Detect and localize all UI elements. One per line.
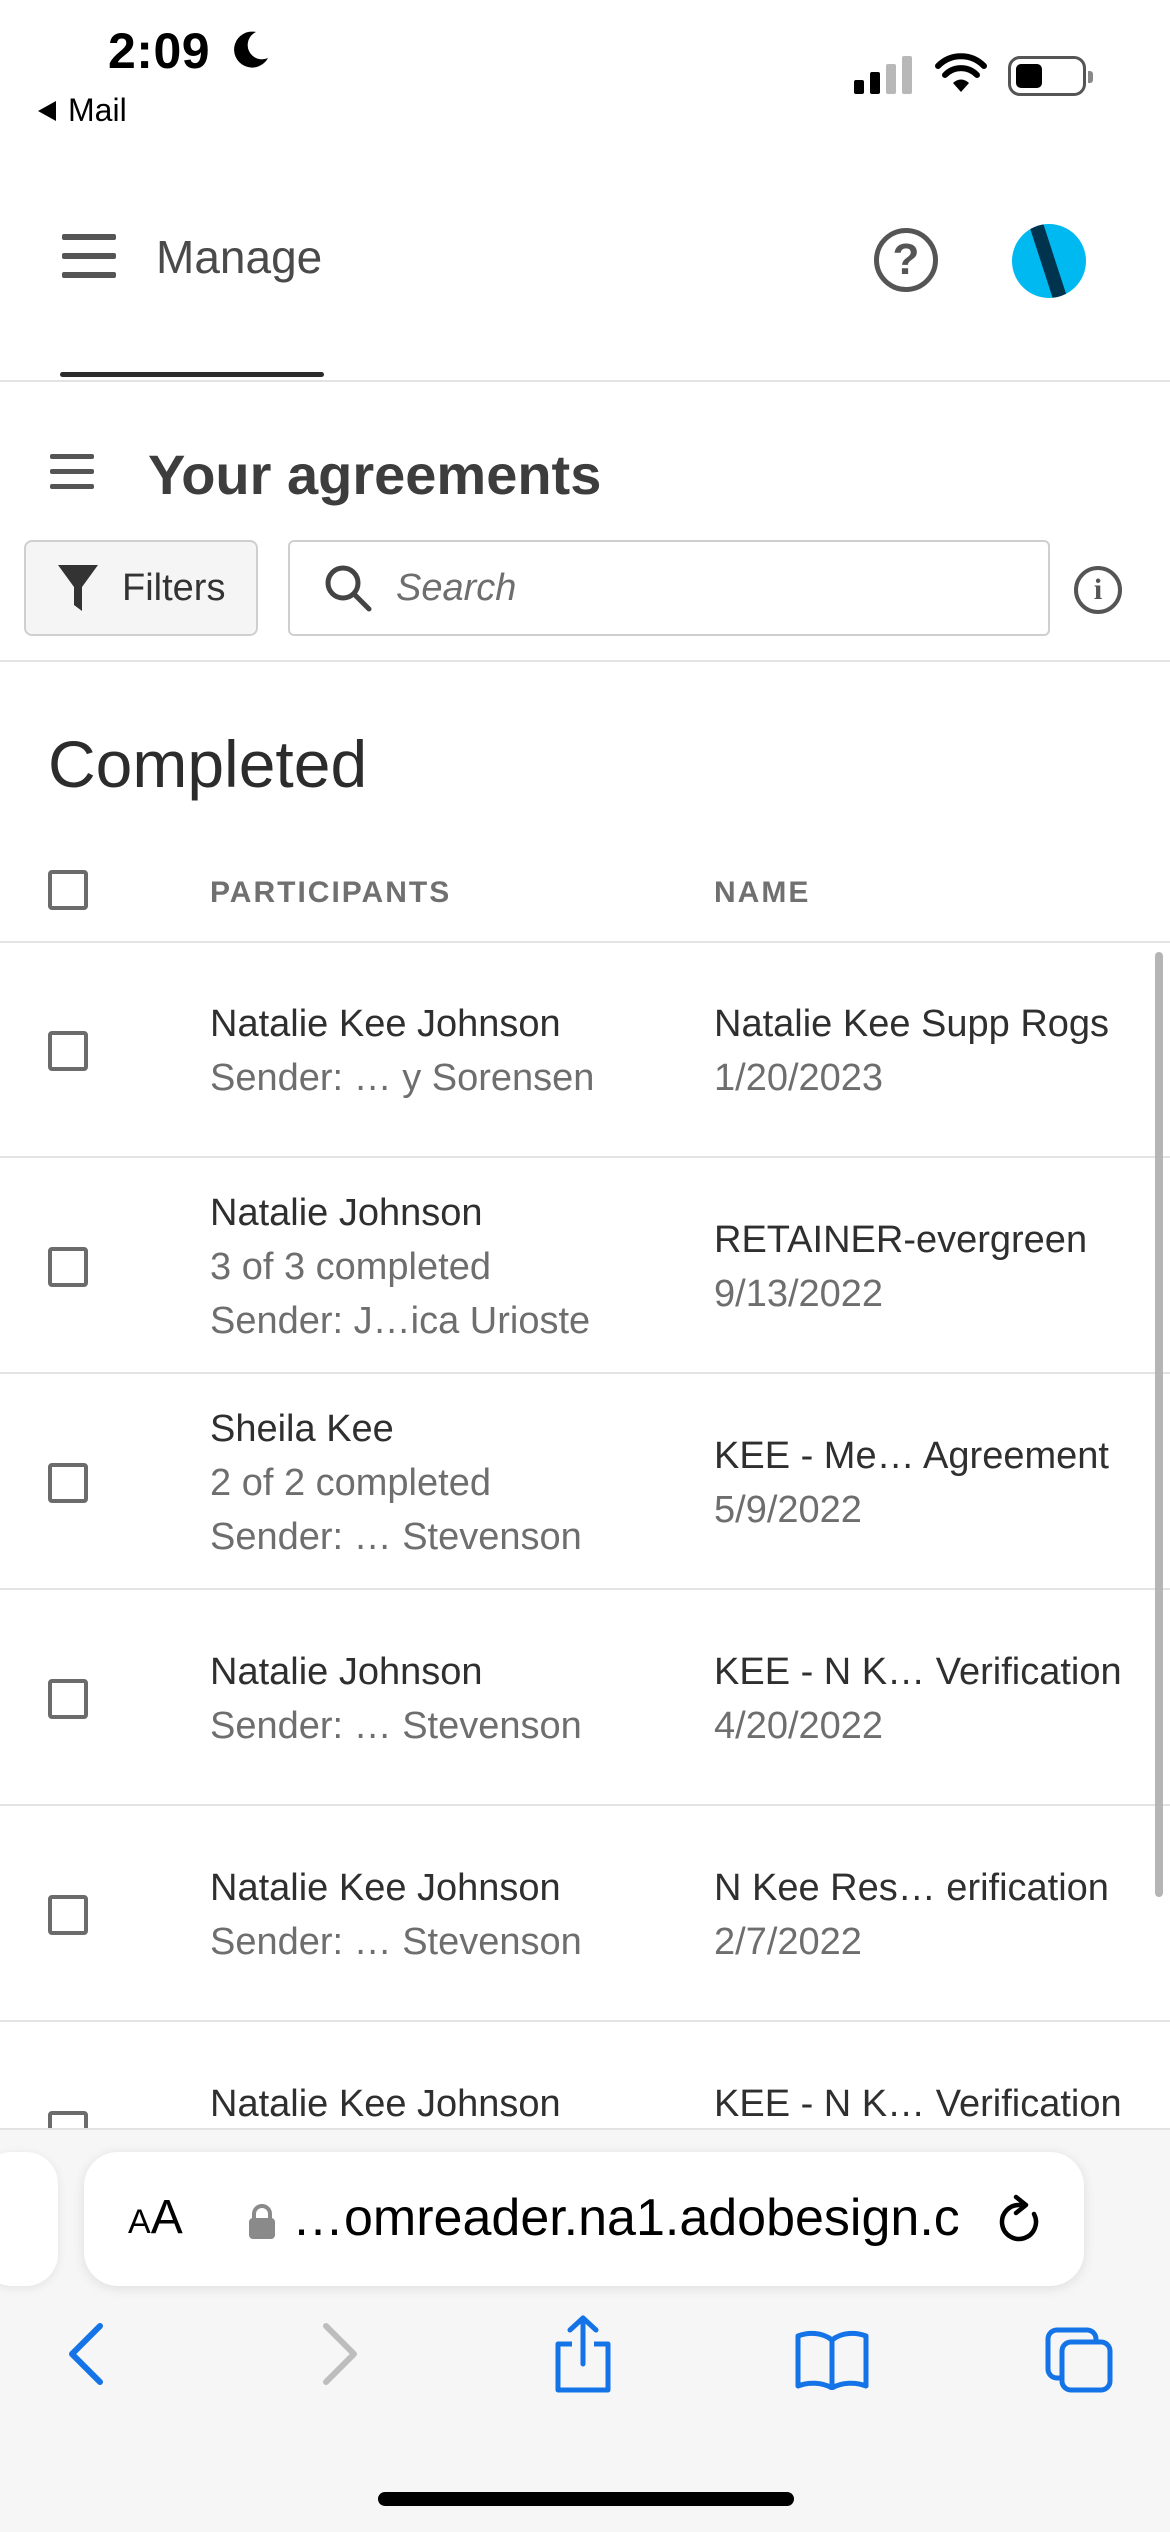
- tabs-icon[interactable]: [1044, 2326, 1114, 2394]
- help-icon[interactable]: ?: [874, 228, 938, 292]
- table-row[interactable]: Natalie Johnson Sender: … Stevenson KEE …: [0, 1591, 1170, 1806]
- participant-sender: Sender: … Stevenson: [210, 1516, 582, 1558]
- participant-name: Sheila Kee: [210, 1408, 394, 1450]
- participant-name: Natalie Johnson: [210, 1651, 483, 1693]
- agreement-date: 1/20/2023: [714, 1057, 884, 1099]
- toolbar-divider: [0, 660, 1170, 662]
- bookmarks-icon[interactable]: [794, 2330, 870, 2390]
- agreements-menu-icon[interactable]: [50, 452, 94, 492]
- filter-funnel-icon: [58, 565, 98, 611]
- status-time: 2:09: [108, 23, 211, 79]
- column-header-participants[interactable]: PARTICIPANTS: [210, 876, 451, 910]
- search-field[interactable]: [288, 540, 1050, 636]
- agreement-date: 9/13/2022: [714, 1273, 884, 1315]
- agreement-name[interactable]: KEE - N K… Verification: [714, 2077, 1122, 2131]
- table-row[interactable]: Natalie Kee Johnson Sender: … Stevenson …: [0, 1807, 1170, 2022]
- lock-icon: [249, 2204, 275, 2239]
- agreement-date: 2/7/2022: [714, 1921, 862, 1963]
- row-checkbox[interactable]: [48, 1463, 88, 1503]
- avatar[interactable]: [1012, 224, 1086, 298]
- header-divider: [0, 380, 1170, 382]
- reader-text-size-button[interactable]: AA: [128, 2190, 183, 2245]
- url-text[interactable]: …omreader.na1.adobesign.com: [292, 2188, 958, 2248]
- participant-sender: Sender: … y Sorensen: [210, 1057, 595, 1099]
- back-to-app-link[interactable]: Mail: [36, 92, 127, 129]
- table-row[interactable]: Natalie Kee Johnson Sender: … y Sorensen…: [0, 943, 1170, 1158]
- select-all-checkbox[interactable]: [48, 870, 88, 910]
- agreement-name[interactable]: KEE - Me… Agreement: [714, 1429, 1109, 1483]
- agreement-date: 4/20/2022: [714, 1705, 884, 1747]
- forward-arrow-icon[interactable]: [318, 2322, 362, 2386]
- hamburger-menu-icon[interactable]: [62, 232, 116, 280]
- filters-button[interactable]: Filters: [24, 540, 258, 636]
- agreement-date: 5/9/2022: [714, 1489, 862, 1531]
- cellular-signal-icon: [854, 56, 912, 94]
- participant-name: Natalie Kee Johnson: [210, 1003, 561, 1045]
- search-icon: [325, 565, 372, 612]
- agreement-name[interactable]: KEE - N K… Verification: [714, 1645, 1122, 1699]
- row-checkbox[interactable]: [48, 1895, 88, 1935]
- participant-sender: Sender: … Stevenson: [210, 1921, 582, 1963]
- filters-label: Filters: [122, 566, 226, 609]
- page-title: Your agreements: [148, 443, 602, 506]
- participant-sender: Sender: J…ica Urioste: [210, 1300, 591, 1342]
- row-checkbox[interactable]: [48, 1247, 88, 1287]
- agreement-name[interactable]: RETAINER-evergreen: [714, 1213, 1087, 1267]
- back-app-label: Mail: [68, 92, 127, 128]
- participant-sender: Sender: … Stevenson: [210, 1705, 582, 1747]
- scrollbar[interactable]: [1155, 952, 1163, 1897]
- table-row[interactable]: Sheila Kee 2 of 2 completed Sender: … St…: [0, 1375, 1170, 1590]
- back-triangle-icon: [38, 100, 56, 121]
- participant-name: Natalie Kee Johnson: [210, 1867, 561, 1909]
- participant-name: Natalie Johnson: [210, 1192, 483, 1234]
- section-title: Completed: [48, 727, 368, 801]
- participant-status: 2 of 2 completed: [210, 1462, 491, 1504]
- home-indicator[interactable]: [378, 2492, 794, 2506]
- reload-icon[interactable]: [994, 2194, 1046, 2250]
- app-title[interactable]: Manage: [156, 230, 322, 284]
- agreement-name[interactable]: N Kee Res… erification: [714, 1861, 1109, 1915]
- share-icon[interactable]: [552, 2314, 614, 2394]
- table-row[interactable]: Natalie Johnson 3 of 3 completed Sender:…: [0, 1159, 1170, 1374]
- column-header-name[interactable]: NAME: [714, 876, 810, 910]
- moon-icon: [234, 31, 268, 68]
- info-icon[interactable]: i: [1074, 566, 1122, 614]
- battery-icon: [1008, 56, 1093, 96]
- row-checkbox[interactable]: [48, 1031, 88, 1071]
- wifi-icon: [935, 53, 987, 92]
- row-checkbox[interactable]: [48, 1679, 88, 1719]
- active-tab-indicator: [60, 372, 324, 377]
- agreement-name[interactable]: Natalie Kee Supp Rogs: [714, 997, 1109, 1051]
- participant-status: 3 of 3 completed: [210, 1246, 491, 1288]
- back-arrow-icon[interactable]: [64, 2322, 108, 2386]
- participant-name: Natalie Kee Johnson: [210, 2083, 561, 2125]
- search-input[interactable]: [396, 566, 1036, 610]
- previous-tab-peek[interactable]: [0, 2152, 58, 2286]
